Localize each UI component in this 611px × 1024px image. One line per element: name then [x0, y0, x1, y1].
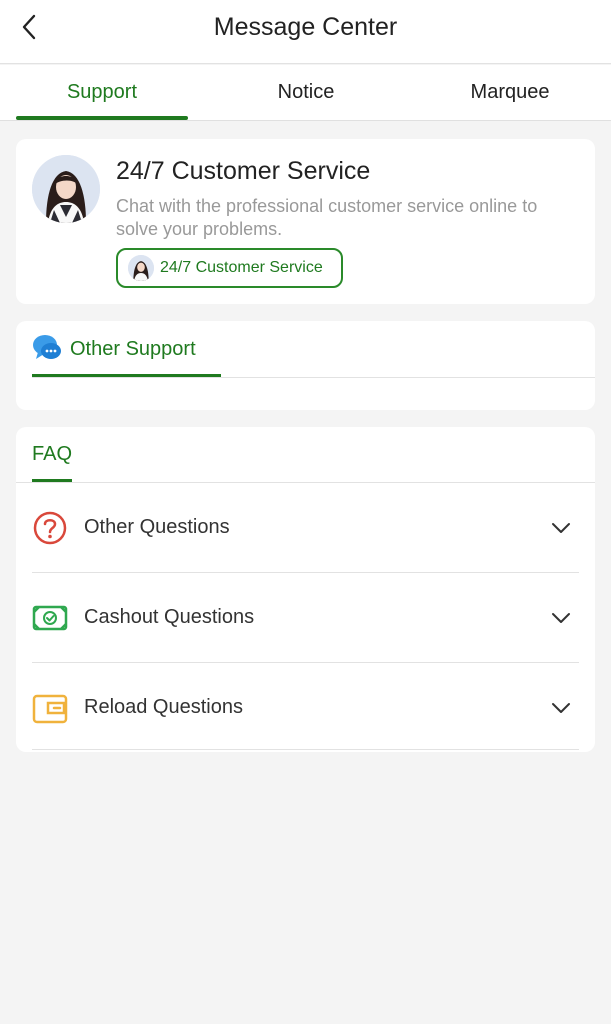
active-tab-indicator — [16, 116, 188, 120]
chevron-down-icon — [552, 523, 570, 533]
agent-mini-avatar — [128, 255, 154, 281]
faq-item-cashout-questions[interactable]: Cashout Questions — [16, 573, 595, 662]
tab-faq[interactable]: FAQ — [32, 443, 72, 466]
customer-service-title: 24/7 Customer Service — [116, 157, 371, 185]
wallet-icon — [32, 694, 68, 724]
faq-item-other-questions[interactable]: Other Questions — [16, 483, 595, 572]
faq-item-label: Other Questions — [84, 516, 230, 538]
question-icon — [33, 511, 67, 545]
tab-marquee[interactable]: Marquee — [424, 65, 596, 121]
faq-item-label: Reload Questions — [84, 696, 243, 718]
chevron-down-icon — [552, 703, 570, 713]
tab-notice[interactable]: Notice — [220, 65, 392, 121]
divider — [32, 749, 579, 750]
divider — [32, 377, 595, 378]
customer-service-button[interactable]: 24/7 Customer Service — [116, 248, 343, 288]
faq-item-reload-questions[interactable]: Reload Questions — [16, 663, 595, 752]
other-support-label: Other Support — [70, 338, 196, 360]
chat-bubble-icon — [33, 335, 61, 359]
page-title: Message Center — [213, 13, 398, 41]
agent-avatar-icon — [32, 155, 100, 223]
customer-service-button-label: 24/7 Customer Service — [160, 259, 323, 276]
customer-service-description: Chat with the professional customer serv… — [116, 196, 538, 239]
agent-avatar-icon — [128, 255, 154, 281]
tab-bar: Support Notice Marquee — [0, 65, 611, 121]
agent-avatar — [32, 155, 100, 223]
other-support-card: Other Support — [16, 321, 595, 410]
cash-icon — [32, 605, 68, 631]
faq-item-label: Cashout Questions — [84, 606, 255, 628]
chevron-down-icon — [552, 613, 570, 623]
customer-service-card: 24/7 Customer Service Chat with the prof… — [16, 139, 595, 304]
top-bar: Message Center — [0, 0, 611, 64]
tab-other-support[interactable]: Other Support — [32, 321, 221, 377]
tab-support[interactable]: Support — [16, 65, 188, 121]
faq-card: FAQ Other Questions Cashout Questions Re… — [16, 427, 595, 752]
